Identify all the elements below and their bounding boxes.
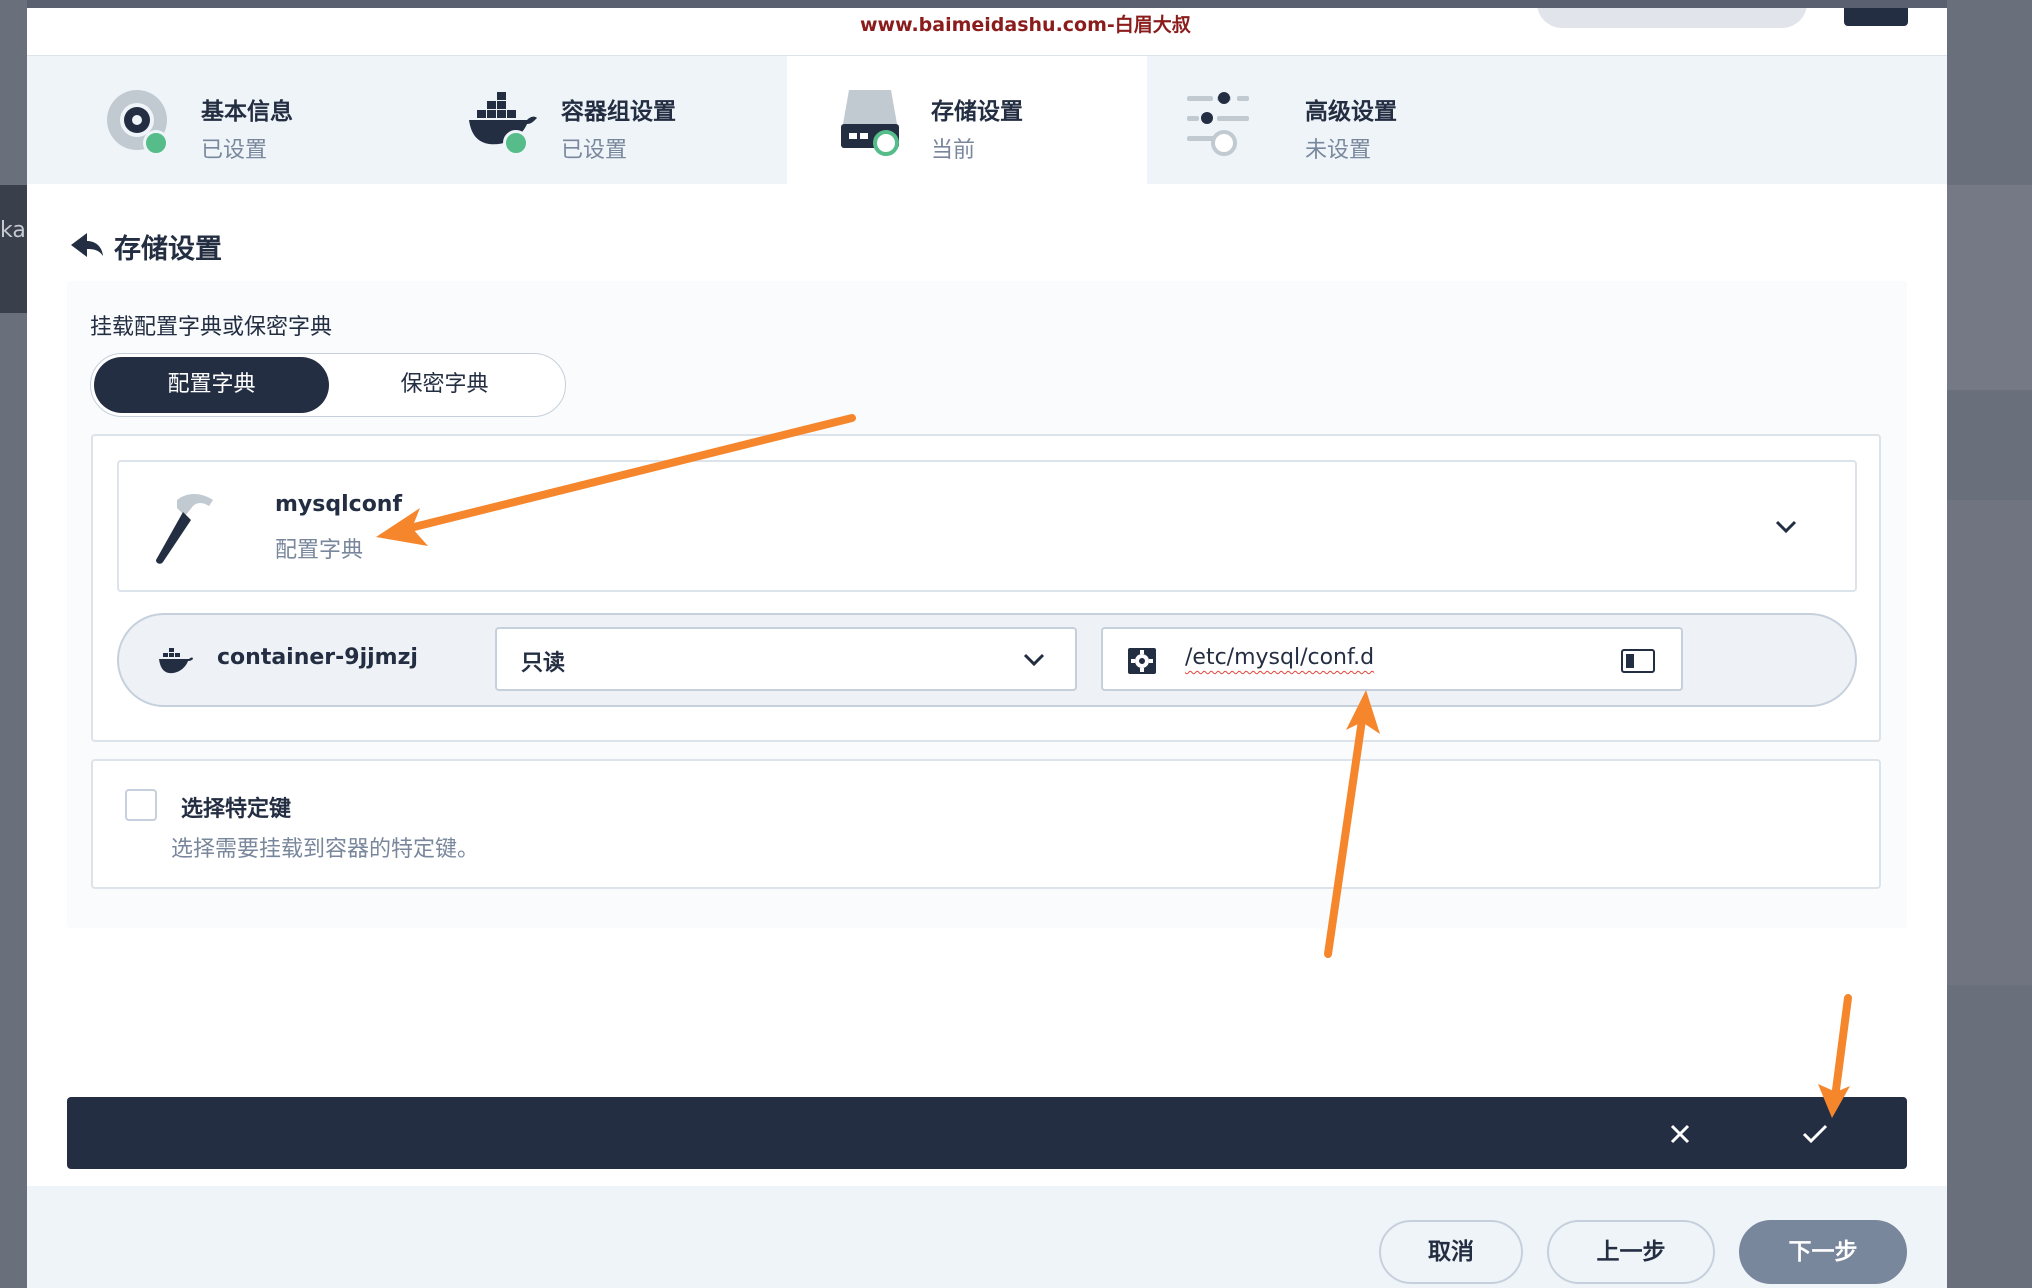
status-dot-current: [873, 130, 899, 156]
status-dot-done: [143, 130, 169, 156]
top-dark-button[interactable]: [1844, 8, 1908, 26]
step-storage-settings[interactable]: 存储设置 当前: [787, 56, 1147, 184]
subpath-toggle-icon[interactable]: [1621, 649, 1655, 673]
background-right-band: [1947, 185, 2032, 390]
mount-path-input[interactable]: /etc/mysql/conf.d: [1101, 627, 1683, 691]
container-name: container-9jjmzj: [217, 645, 418, 670]
container-whale-icon: [159, 648, 193, 674]
confirm-check-icon[interactable]: [1801, 1123, 1829, 1145]
mount-type-toggle: 配置字典 保密字典: [90, 353, 566, 417]
mount-path-value: /etc/mysql/conf.d: [1185, 645, 1375, 670]
container-mount-row: container-9jjmzj 只读 /etc/mysql/conf.d: [117, 613, 1857, 707]
step-advanced-settings[interactable]: 高级设置 未设置: [1147, 56, 1507, 184]
status-dot-pending: [1211, 130, 1237, 156]
config-dictionary-select[interactable]: mysqlconf 配置字典: [117, 460, 1857, 592]
cancel-button[interactable]: 取消: [1379, 1220, 1523, 1284]
specific-keys-checkbox[interactable]: [125, 789, 157, 821]
mount-settings-icon: [1128, 648, 1156, 674]
close-icon[interactable]: [1667, 1121, 1693, 1147]
step-pod-settings[interactable]: 容器组设置 已设置: [387, 56, 747, 184]
back-arrow-icon[interactable]: [69, 230, 105, 260]
specific-keys-title: 选择特定键: [181, 797, 292, 822]
section-title: 存储设置: [114, 234, 222, 265]
step-status: 未设置: [1305, 138, 1372, 163]
wizard-steps: 基本信息 已设置 容器组设置 已设置 存储设置 当前 高级设置 未设置: [27, 56, 1947, 184]
storage-settings-modal: www.baimeidashu.com-白眉大叔 基本信息 已设置 容器组设置 …: [27, 8, 1947, 1288]
watermark-text: www.baimeidashu.com-白眉大叔: [860, 14, 1191, 36]
chevron-down-icon: [1775, 520, 1797, 534]
background-right-band-lower: [1947, 500, 2032, 985]
config-name: mysqlconf: [275, 492, 403, 517]
step-basic-info[interactable]: 基本信息 已设置: [27, 56, 387, 184]
step-title: 容器组设置: [561, 99, 676, 125]
background-left-panel: [0, 185, 27, 313]
modal-footer: 取消 上一步 下一步: [27, 1186, 1947, 1288]
tab-config-dictionary[interactable]: 配置字典: [94, 357, 329, 413]
step-status: 已设置: [561, 138, 628, 163]
step-title: 基本信息: [201, 99, 293, 125]
previous-button[interactable]: 上一步: [1547, 1220, 1715, 1284]
step-title: 存储设置: [931, 99, 1023, 125]
specific-keys-description: 选择需要挂载到容器的特定键。: [171, 837, 480, 862]
mount-label: 挂载配置字典或保密字典: [90, 315, 333, 340]
modal-top-bar: www.baimeidashu.com-白眉大叔: [27, 8, 1947, 56]
status-dot-done: [503, 130, 529, 156]
specific-keys-box: 选择特定键 选择需要挂载到容器的特定键。: [91, 759, 1881, 889]
access-mode-value: 只读: [521, 651, 566, 676]
hammer-icon: [156, 494, 213, 564]
step-status: 当前: [931, 138, 976, 163]
step-status: 已设置: [201, 138, 268, 163]
config-type: 配置字典: [275, 538, 364, 563]
edit-action-bar: [67, 1097, 1907, 1169]
top-search-pill[interactable]: [1537, 8, 1807, 28]
background-left-text: ka: [0, 218, 26, 243]
chevron-down-icon: [1023, 653, 1045, 667]
next-button[interactable]: 下一步: [1739, 1220, 1907, 1284]
tab-secret-dictionary[interactable]: 保密字典: [327, 357, 562, 413]
step-title: 高级设置: [1305, 99, 1397, 125]
access-mode-select[interactable]: 只读: [495, 627, 1077, 691]
